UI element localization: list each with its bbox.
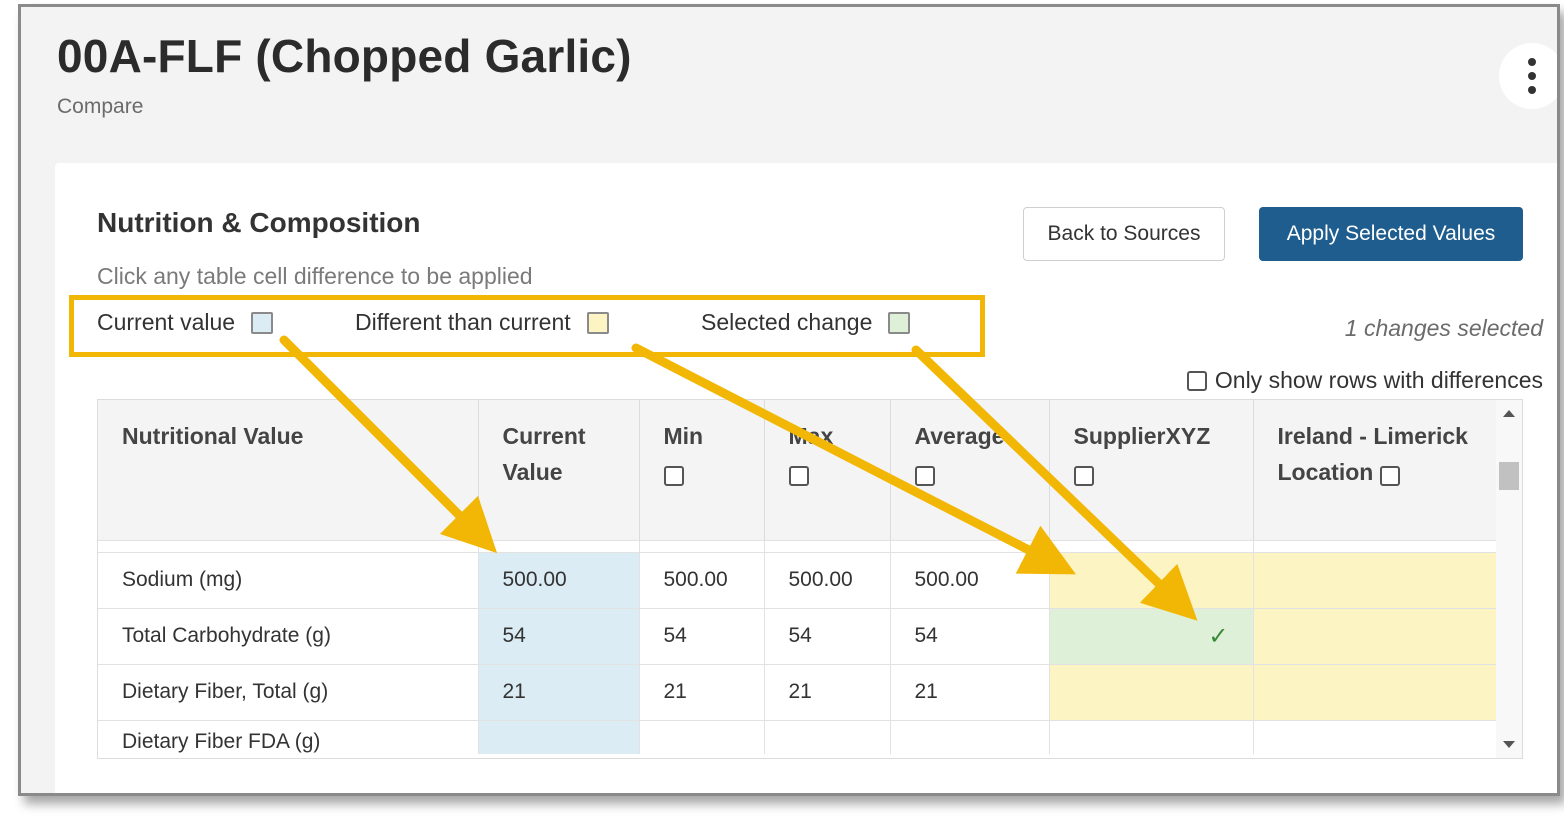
supplier-cell[interactable] bbox=[1049, 719, 1254, 754]
current-value-cell: 500.00 bbox=[478, 551, 640, 608]
legend-selected-swatch bbox=[888, 311, 911, 334]
average-cell[interactable]: 500.00 bbox=[890, 551, 1050, 608]
row-name: Total Carbohydrate (g) bbox=[98, 607, 479, 664]
only-differences-toggle[interactable]: Only show rows with differences bbox=[1186, 367, 1543, 394]
table-row: Dietary Fiber, Total (g) 21 21 21 21 bbox=[98, 663, 1499, 720]
row-name: Dietary Fiber, Total (g) bbox=[98, 663, 479, 720]
max-cell[interactable] bbox=[764, 719, 891, 754]
min-cell[interactable] bbox=[639, 719, 765, 754]
current-value-cell: 54 bbox=[478, 607, 640, 664]
col-header-average: Average bbox=[890, 400, 1050, 540]
table-row: Dietary Fiber FDA (g) bbox=[98, 719, 1499, 754]
ireland-cell[interactable] bbox=[1253, 719, 1499, 754]
table-row: Sodium (mg) 500.00 500.00 500.00 500.00 bbox=[98, 551, 1499, 608]
apply-selected-values-button[interactable]: Apply Selected Values bbox=[1259, 207, 1523, 261]
col-header-supplier: SupplierXYZ bbox=[1049, 400, 1254, 540]
current-value-cell bbox=[478, 719, 640, 754]
legend-different: Different than current bbox=[355, 309, 609, 336]
supplier-cell[interactable] bbox=[1049, 663, 1254, 720]
only-differences-checkbox[interactable] bbox=[1186, 370, 1207, 391]
ireland-cell[interactable] bbox=[1253, 607, 1499, 664]
legend-current-label: Current value bbox=[97, 309, 236, 335]
max-cell[interactable]: 54 bbox=[764, 607, 891, 664]
legend-current-swatch bbox=[251, 311, 274, 334]
max-cell[interactable]: 500.00 bbox=[764, 551, 891, 608]
scroll-down-arrow-icon[interactable] bbox=[1503, 741, 1515, 748]
col-header-current-value: Current Value bbox=[478, 400, 640, 540]
app-window: 00A-FLF (Chopped Garlic) Compare Nutriti… bbox=[18, 4, 1560, 796]
legend-different-swatch bbox=[586, 311, 609, 334]
select-supplier-checkbox[interactable] bbox=[1073, 465, 1094, 486]
more-options-button[interactable] bbox=[1499, 43, 1557, 109]
section-title: Nutrition & Composition bbox=[97, 207, 421, 238]
legend-selected-label: Selected change bbox=[701, 309, 873, 335]
comparison-table: Nutritional Value Current Value Min Max … bbox=[97, 399, 1523, 759]
select-average-checkbox[interactable] bbox=[914, 465, 935, 486]
page-title: 00A-FLF (Chopped Garlic) bbox=[57, 30, 632, 82]
select-ireland-checkbox[interactable] bbox=[1379, 465, 1400, 486]
supplier-cell[interactable] bbox=[1049, 551, 1254, 608]
page-subtitle: Compare bbox=[57, 95, 144, 118]
supplier-cell-selected[interactable]: ✓ bbox=[1049, 607, 1254, 664]
only-differences-label: Only show rows with differences bbox=[1214, 367, 1543, 393]
select-max-checkbox[interactable] bbox=[788, 465, 809, 486]
select-min-checkbox[interactable] bbox=[663, 465, 684, 486]
current-value-cell: 21 bbox=[478, 663, 640, 720]
ireland-cell[interactable] bbox=[1253, 551, 1499, 608]
changes-count: 1 changes selected bbox=[1344, 315, 1543, 341]
min-cell[interactable]: 54 bbox=[639, 607, 765, 664]
row-name: Sodium (mg) bbox=[98, 551, 479, 608]
min-cell[interactable]: 500.00 bbox=[639, 551, 765, 608]
max-cell[interactable]: 21 bbox=[764, 663, 891, 720]
scroll-up-arrow-icon[interactable] bbox=[1503, 410, 1515, 417]
legend-current: Current value bbox=[97, 309, 274, 336]
row-name: Dietary Fiber FDA (g) bbox=[98, 719, 479, 754]
average-cell[interactable]: 54 bbox=[890, 607, 1050, 664]
min-cell[interactable]: 21 bbox=[639, 663, 765, 720]
ireland-cell[interactable] bbox=[1253, 663, 1499, 720]
legend-different-label: Different than current bbox=[355, 309, 571, 335]
average-cell[interactable] bbox=[890, 719, 1050, 754]
vertical-scrollbar[interactable] bbox=[1496, 400, 1522, 758]
section-hint: Click any table cell difference to be ap… bbox=[97, 263, 533, 289]
col-header-min: Min bbox=[639, 400, 765, 540]
scroll-thumb[interactable] bbox=[1499, 462, 1519, 490]
average-cell[interactable]: 21 bbox=[890, 663, 1050, 720]
col-header-ireland: Ireland - Limerick Location bbox=[1253, 400, 1499, 540]
vertical-ellipsis-icon bbox=[1528, 58, 1536, 94]
col-header-max: Max bbox=[764, 400, 891, 540]
col-header-nutritional-value: Nutritional Value bbox=[98, 400, 479, 540]
nutrition-card: Nutrition & Composition Click any table … bbox=[55, 163, 1557, 793]
table-row: Total Carbohydrate (g) 54 54 54 54 ✓ bbox=[98, 607, 1499, 664]
legend-selected: Selected change bbox=[701, 309, 911, 336]
back-to-sources-button[interactable]: Back to Sources bbox=[1023, 207, 1225, 261]
